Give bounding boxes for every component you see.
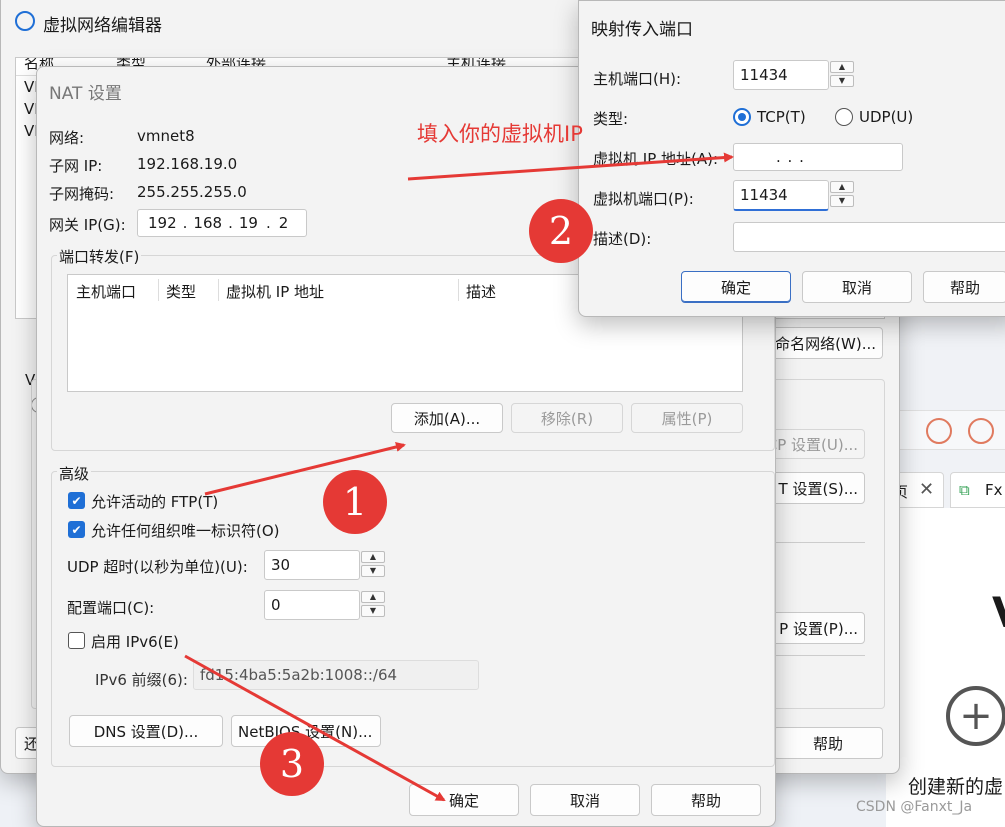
watermark: CSDN @Fanxt_Ja: [856, 799, 973, 815]
step-marker-1: 1: [323, 470, 387, 534]
annotation-instruction-text: 填入你的虚拟机IP: [417, 122, 583, 146]
step-marker-2: 2: [529, 199, 593, 263]
arrow-to-vm-ip-field: [407, 152, 734, 181]
step-marker-3: 3: [260, 732, 324, 796]
